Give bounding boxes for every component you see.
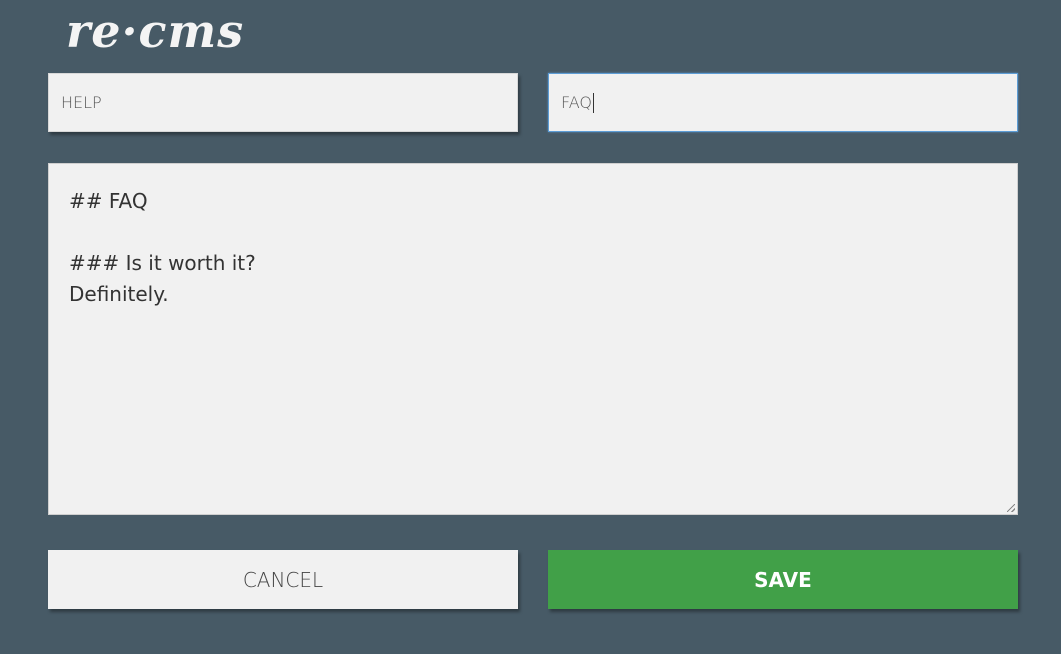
title-input[interactable]: FAQ <box>548 73 1018 132</box>
content-editor[interactable]: ## FAQ ### Is it worth it? Definitely. <box>48 163 1018 515</box>
text-caret <box>593 92 594 113</box>
title-input-value: FAQ <box>561 93 592 112</box>
content-line: Definitely. <box>69 282 169 306</box>
cancel-button[interactable]: CANCEL <box>48 550 518 609</box>
section-input-value: HELP <box>61 93 102 112</box>
content-line: ## FAQ <box>69 189 148 213</box>
section-input[interactable]: HELP <box>48 73 518 132</box>
content-line: ### Is it worth it? <box>69 251 256 275</box>
save-button[interactable]: SAVE <box>548 550 1018 609</box>
app-logo: re·cms <box>66 4 245 58</box>
resize-grip-icon[interactable] <box>1007 504 1015 512</box>
content-line <box>69 217 997 248</box>
